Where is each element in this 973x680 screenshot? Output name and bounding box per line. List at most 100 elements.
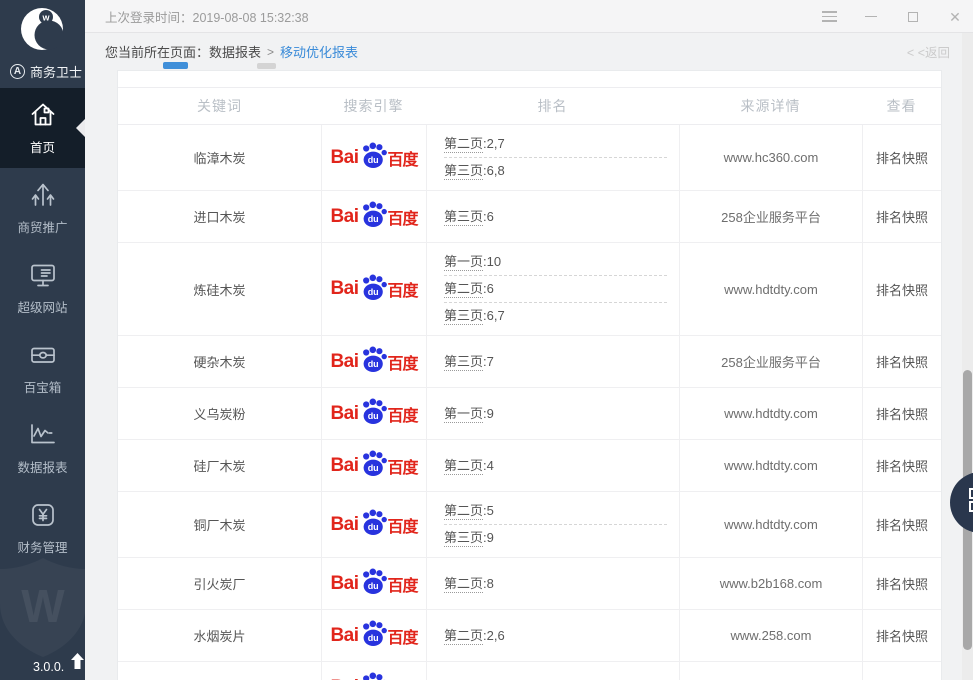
sidebar-item-label: 商贸推广 <box>17 217 67 236</box>
rank-entry[interactable]: 第三页:6,7 <box>444 302 667 329</box>
baidu-logo: Baidu百度 <box>330 205 417 229</box>
rank-snapshot-link[interactable]: 排名快照 <box>876 515 928 534</box>
baidu-wordmark: Bai <box>330 147 358 169</box>
rank-entry[interactable]: 第二页:5 <box>444 498 667 524</box>
home-icon <box>28 100 58 130</box>
rank-snapshot-link[interactable]: 排名快照 <box>876 626 928 645</box>
rank-entry[interactable]: 第一页:9 <box>444 401 667 427</box>
scrollbar-track[interactable] <box>962 33 973 680</box>
keyword-cell: 铜厂木炭 <box>118 492 321 557</box>
source-text: www.258.com <box>731 628 812 643</box>
active-item-notch <box>76 119 85 137</box>
engine-cell: Baidu百度 <box>321 662 426 680</box>
rank-entry[interactable]: 第三页:9 <box>444 524 667 551</box>
rank-entry[interactable]: 第二页:6 <box>444 275 667 302</box>
rank-snapshot-link[interactable]: 排名快照 <box>876 280 928 299</box>
rank-entry[interactable]: 第一页:10 <box>444 249 667 275</box>
source-text: 258企业服务平台 <box>721 352 821 371</box>
rank-page-label: 第二页 <box>444 281 483 298</box>
table-row: 进口木炭Baidu百度第三页:6258企业服务平台排名快照 <box>118 191 941 243</box>
sidebar-item-trade-promo[interactable]: 商贸推广 <box>0 168 85 248</box>
rank-cell: 第二页:2,7第三页:6,8 <box>426 125 679 190</box>
version-area: 3.0.0. <box>33 653 84 674</box>
sidebar-item-toolbox[interactable]: 百宝箱 <box>0 328 85 408</box>
monitor-icon <box>28 260 58 290</box>
column-header: 关键词 <box>118 96 321 116</box>
breadcrumb-current[interactable]: 移动优化报表 <box>280 42 358 61</box>
rank-snapshot-link[interactable]: 排名快照 <box>876 207 928 226</box>
sidebar-item-super-website[interactable]: 超级网站 <box>0 248 85 328</box>
rank-entry[interactable]: 第二页:2,6 <box>444 623 667 649</box>
rank-snapshot-link[interactable]: 排名快照 <box>876 404 928 423</box>
version-number: 3.0.0. <box>33 660 64 674</box>
engine-cell: Baidu百度 <box>321 191 426 242</box>
window-maximize-icon[interactable] <box>905 9 921 25</box>
view-cell: 排名快照 <box>862 336 941 387</box>
baidu-paw-icon: du <box>360 346 387 373</box>
breadcrumb-section[interactable]: 数据报表 <box>209 42 261 61</box>
rank-entry[interactable]: 第二页:4 <box>444 453 667 479</box>
rank-snapshot-link[interactable]: 排名快照 <box>876 456 928 475</box>
title-bar: 上次登录时间：2019-08-08 15:32:38 ✕ <box>85 0 973 33</box>
rank-page-label: 第三页 <box>444 163 483 180</box>
sidebar-item-label: 财务管理 <box>17 537 67 556</box>
column-header: 排名 <box>426 96 679 116</box>
promo-arrows-icon <box>28 180 58 210</box>
sidebar-item-home[interactable]: 首页 <box>0 88 85 168</box>
sidebar-menu: 首页商贸推广超级网站百宝箱数据报表财务管理 <box>0 88 85 568</box>
breadcrumb-prefix: 您当前所在页面： <box>105 42 209 61</box>
rank-entry[interactable]: 第三页:6 <box>444 204 667 230</box>
rank-cell: 第二页:5第三页:9 <box>426 492 679 557</box>
window-menu-icon[interactable] <box>821 9 837 25</box>
rank-snapshot-link[interactable]: 排名快照 <box>876 574 928 593</box>
rank-entry[interactable]: 第二页:8 <box>444 571 667 597</box>
clipped-control-blue[interactable] <box>163 62 188 69</box>
rank-page-label: 第三页 <box>444 530 483 547</box>
qr-float-button[interactable] <box>950 472 973 533</box>
rank-positions: :2,6 <box>483 628 505 643</box>
rank-entry[interactable]: 第二页:2,7 <box>444 131 667 157</box>
app-logo-icon: w <box>19 6 65 52</box>
source-cell: 258企业服务平台 <box>679 336 862 387</box>
keyword-cell: 进口木炭 <box>118 191 321 242</box>
sidebar: w A 商务卫士 首页商贸推广超级网站百宝箱数据报表财务管理 W 3.0.0. <box>0 0 85 680</box>
baidu-wordmark: Bai <box>330 625 358 647</box>
brand-name: 商务卫士 <box>30 62 82 81</box>
baidu-logo: Baidu百度 <box>330 454 417 478</box>
column-header: 来源详情 <box>679 96 862 116</box>
app-window: w A 商务卫士 首页商贸推广超级网站百宝箱数据报表财务管理 W 3.0.0. … <box>0 0 973 680</box>
keyword-text: 进口木炭 <box>193 207 245 226</box>
upgrade-arrow-icon[interactable] <box>71 653 84 674</box>
rank-cell: 第二页:2,6 <box>426 610 679 661</box>
keyword-text: 硬杂木炭 <box>193 352 245 371</box>
baidu-paw-icon: du <box>360 450 387 477</box>
window-minimize-icon[interactable] <box>863 9 879 25</box>
sidebar-item-data-report[interactable]: 数据报表 <box>0 408 85 488</box>
rank-entry[interactable]: 第三页:7 <box>444 349 667 375</box>
svg-text:du: du <box>367 287 378 297</box>
view-cell: 排名快照 <box>862 191 941 242</box>
svg-text:du: du <box>367 411 378 421</box>
rank-snapshot-link[interactable]: 排名快照 <box>876 352 928 371</box>
window-close-icon[interactable]: ✕ <box>947 9 963 25</box>
table-row: 炼硅木炭Baidu百度第一页:10第二页:6第三页:6,7www.hdtdty.… <box>118 243 941 336</box>
baidu-cjk: 百度 <box>388 277 418 301</box>
baidu-wordmark: Bai <box>330 403 358 425</box>
rank-snapshot-link[interactable]: 排名快照 <box>876 148 928 167</box>
baidu-paw-icon: du <box>360 201 387 228</box>
rank-entry[interactable]: 第三页:6,8 <box>444 157 667 184</box>
sidebar-item-finance[interactable]: 财务管理 <box>0 488 85 568</box>
rank-cell: 第一页:10第二页:6第三页:6,7 <box>426 243 679 335</box>
table-body: 临漳木炭Baidu百度第二页:2,7第三页:6,8www.hc360.com排名… <box>118 125 941 680</box>
back-link[interactable]: < <返回 <box>907 33 950 70</box>
view-cell: 排名快照 <box>862 440 941 491</box>
rank-positions: :6,7 <box>483 308 505 323</box>
rank-page-label: 第一页 <box>444 254 483 271</box>
clipped-control-gray[interactable] <box>257 63 276 69</box>
rank-cell: 第二页:8 <box>426 558 679 609</box>
table-header-row: 关键词搜索引擎排名来源详情查看 <box>118 87 941 125</box>
source-text: www.hdtdty.com <box>724 458 818 473</box>
rank-entry[interactable]: 第三页:2 <box>444 675 667 680</box>
svg-text:du: du <box>367 359 378 369</box>
baidu-paw-icon: du <box>360 620 387 647</box>
